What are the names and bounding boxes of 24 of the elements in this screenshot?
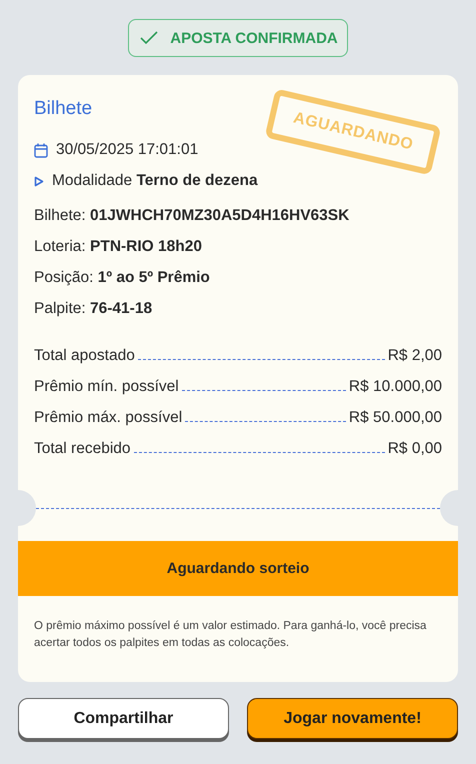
total-value: R$ 10.000,00 [348, 378, 442, 396]
bet-datetime: 30/05/2025 17:01:01 [56, 141, 198, 159]
status-text: APOSTA CONFIRMADA [170, 30, 338, 46]
total-label: Total recebido [34, 440, 131, 458]
share-button[interactable]: Compartilhar [18, 698, 229, 739]
detail-text: Palpite: 76-41-18 [34, 300, 154, 319]
detail-text: Loteria: PTN-RIO 18h20 [34, 238, 203, 257]
check-icon [140, 31, 158, 45]
total-label: Prêmio máx. possível [34, 409, 182, 427]
total-label: Total apostado [34, 347, 135, 365]
ticket-notch [440, 490, 458, 526]
total-value: R$ 0,00 [388, 440, 442, 458]
status-bar: Aguardando sorteio [18, 541, 458, 596]
total-value: R$ 50.000,00 [348, 409, 442, 427]
disclaimer-text: O prêmio máximo possível é um valor estimado. Para ganhá-lo, você precisa acertar todos os palpites em todas as colocações. [34, 619, 428, 651]
total-value: R$ 2,00 [388, 347, 442, 365]
play-icon [34, 176, 44, 186]
detail-text: Bilhete: 01JWHCH70MZ30A5D4H16HV63SK [34, 207, 350, 226]
detail-text: Posição: 1º ao 5º Prêmio [34, 269, 211, 288]
calendar-icon [34, 142, 48, 158]
bet-modality: Modalidade Terno de dezena [52, 172, 258, 190]
ticket-notch [18, 490, 36, 526]
play-again-button[interactable]: Jogar novamente! [247, 698, 458, 739]
total-label: Prêmio mín. possível [34, 378, 179, 396]
